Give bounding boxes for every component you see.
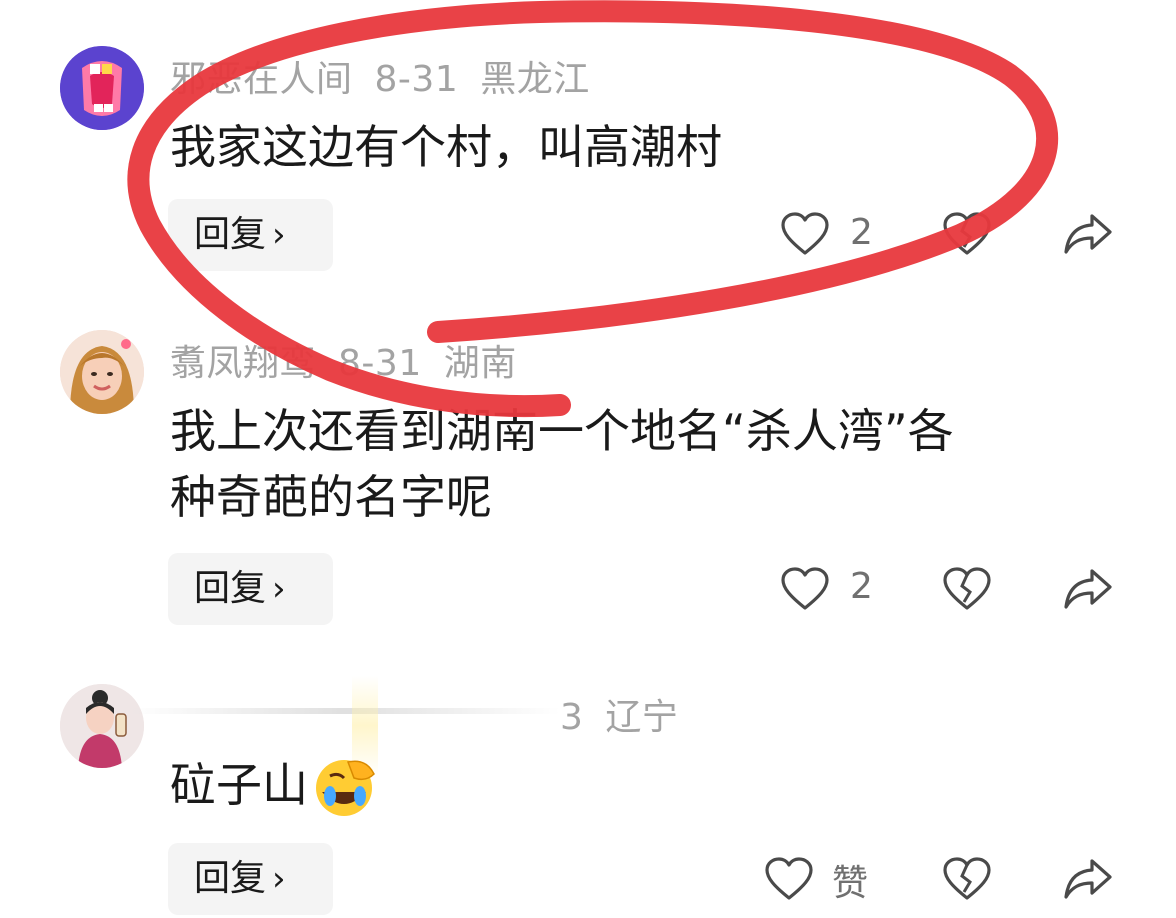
share-arrow-icon (1064, 569, 1112, 609)
reply-label: 回复 (194, 214, 267, 255)
broken-heart-icon (943, 857, 991, 900)
cartoon-mouth-icon (60, 46, 144, 130)
heart-icon (781, 212, 829, 255)
comment-text-line: 我上次还看到湖南一个地名“杀人湾”各 (170, 404, 954, 458)
reply-button[interactable]: 回复 › (168, 843, 333, 915)
heart-icon (781, 567, 829, 610)
broken-heart-icon (943, 212, 991, 255)
face-palm-laughing-emoji (308, 752, 378, 818)
comment-text: 我家这边有个村，叫高潮村 (170, 120, 722, 174)
username[interactable]: 翥凤翔鸾 (170, 343, 316, 384)
username[interactable]: 邪恶在人间 (170, 59, 353, 100)
share-arrow-icon (1064, 859, 1112, 899)
like-count: 2 (850, 566, 873, 607)
share-button[interactable] (1062, 565, 1114, 613)
comment-meta: 邪恶在人间 8-31 黑龙江 (170, 50, 612, 102)
share-arrow-icon (1064, 214, 1112, 254)
cartoon-girl-icon (60, 684, 144, 768)
comment-meta: 翥凤翔鸾 8-31 湖南 (170, 334, 539, 386)
chevron-right-icon: › (272, 215, 286, 255)
comment-text: 砬子山 (170, 752, 1130, 818)
reply-label: 回复 (194, 858, 267, 899)
reply-button[interactable]: 回复 › (168, 199, 333, 271)
comment-location: 黑龙江 (480, 59, 590, 100)
comment-text-line: 种奇葩的名字呢 (170, 470, 492, 524)
dislike-button[interactable] (942, 211, 992, 257)
reply-button[interactable]: 回复 › (168, 553, 333, 625)
like-button[interactable] (764, 856, 814, 902)
dislike-button[interactable] (942, 856, 992, 902)
like-button[interactable] (780, 211, 830, 257)
chevron-right-icon: › (272, 859, 286, 899)
avatar[interactable] (60, 684, 144, 768)
comment-location: 湖南 (443, 343, 517, 384)
heart-icon (765, 857, 813, 900)
glare-streak (130, 708, 560, 714)
like-label: 赞 (832, 863, 869, 904)
comment-date: 3 (560, 697, 584, 738)
avatar[interactable] (60, 330, 144, 414)
comment-meta: 3 辽宁 (560, 688, 700, 740)
comment-text: 我上次还看到湖南一个地名“杀人湾”各 种奇葩的名字呢 (170, 398, 1130, 530)
laughing-emoji-icon (316, 760, 375, 816)
woman-photo-icon (60, 330, 144, 414)
comment-text-content: 砬子山 (170, 758, 308, 812)
like-count: 2 (850, 212, 873, 253)
reply-label: 回复 (194, 568, 267, 609)
dislike-button[interactable] (942, 566, 992, 612)
chevron-right-icon: › (272, 569, 286, 609)
broken-heart-icon (943, 567, 991, 610)
like-button[interactable] (780, 566, 830, 612)
share-button[interactable] (1062, 210, 1114, 258)
avatar[interactable] (60, 46, 144, 130)
comment-date: 8-31 (338, 343, 422, 384)
comment-date: 8-31 (374, 59, 459, 100)
share-button[interactable] (1062, 855, 1114, 903)
comment-location: 辽宁 (605, 697, 679, 738)
